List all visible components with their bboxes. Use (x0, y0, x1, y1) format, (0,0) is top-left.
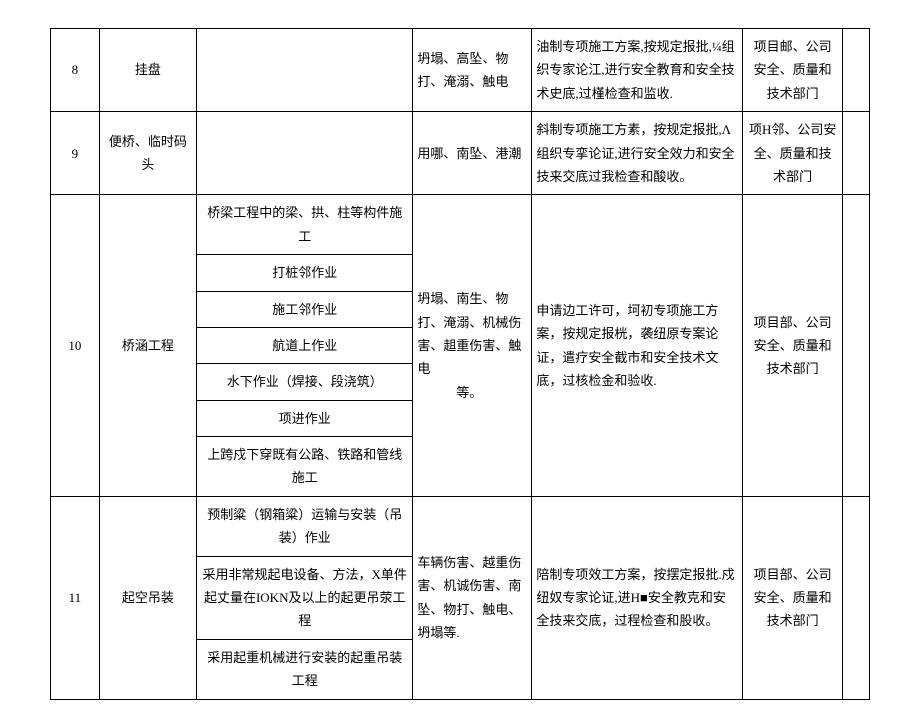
row-sub (197, 112, 413, 195)
row-measure: 斜制专项施工方素，按规定报批,Λ组织专挛论证,进行安全效力和安全技来交底过我检查… (532, 112, 743, 195)
row-sub (197, 29, 413, 112)
row-sub-item: 预制粱（钢箱粱）运输与安装（吊装）作业 (197, 496, 413, 556)
row-sub-item: 水下作业（焊接、段浇筑） (197, 364, 413, 400)
row-number: 8 (51, 29, 100, 112)
row-number: 9 (51, 112, 100, 195)
row-dept: 项目部、公司安全、质量和技术部门 (743, 496, 843, 699)
table-row: 11 起空吊装 预制粱（钢箱粱）运输与安装（吊装）作业 车辆伤害、越重伤害、机诚… (51, 496, 870, 556)
row-dept: 项H邻、公司安全、质量和技术部门 (743, 112, 843, 195)
row-risk: 坍塌、南生、物打、淹溺、机械伤害、趄重伤害、触电 等。 (413, 195, 532, 497)
row-dept: 项目部、公司安全、质量和技术部门 (743, 195, 843, 497)
table-row: 10 桥涵工程 桥梁工程中的梁、拱、柱等构件施工 坍塌、南生、物打、淹溺、机械伤… (51, 195, 870, 255)
row-name: 起空吊装 (99, 496, 196, 699)
row-extra (842, 112, 869, 195)
row-measure: 油制专项施工方案,按规定报批,¼组织专家论江,进行安全教育和安全技术史底,过槿检… (532, 29, 743, 112)
row-extra (842, 496, 869, 699)
row-sub-item: 施工邻作业 (197, 291, 413, 327)
row-measure: 陪制专项效工方案，按摆定报批.戍纽奴专家论证,进H■安全教克和安全技来交底，过程… (532, 496, 743, 699)
row-risk: 用哪、南坠、港潮 (413, 112, 532, 195)
row-dept: 项目邮、公司安全、质量和技术部门 (743, 29, 843, 112)
row-risk: 坍塌、高坠、物打、淹溺、触电 (413, 29, 532, 112)
row-sub-item: 桥梁工程中的梁、拱、柱等构件施工 (197, 195, 413, 255)
construction-table: 8 挂盘 坍塌、高坠、物打、淹溺、触电 油制专项施工方案,按规定报批,¼组织专家… (50, 28, 870, 700)
row-sub-item: 采用起重机械进行安装的起重吊装工程 (197, 639, 413, 699)
row-sub-item: 上跨戍下穿既有公路、铁路和管线施工 (197, 437, 413, 497)
row-risk: 车辆伤害、越重伤害、机诚伤害、南坠、物打、触电、坍塌等. (413, 496, 532, 699)
table-row: 9 便桥、临时码头 用哪、南坠、港潮 斜制专项施工方素，按规定报批,Λ组织专挛论… (51, 112, 870, 195)
row-name: 桥涵工程 (99, 195, 196, 497)
row-sub-item: 项进作业 (197, 400, 413, 436)
row-number: 10 (51, 195, 100, 497)
row-measure: 申请边工许可，坷初专项施工方案，按规定报桄，袭纽原专案论证，遣疗安全截市和安全技… (532, 195, 743, 497)
row-extra (842, 29, 869, 112)
row-name: 挂盘 (99, 29, 196, 112)
row-name: 便桥、临时码头 (99, 112, 196, 195)
row-sub-item: 采用非常规起电设备、方法，X单件起丈量在IOKN及以上的起更吊荥工程 (197, 556, 413, 639)
row-extra (842, 195, 869, 497)
row-number: 11 (51, 496, 100, 699)
table-row: 8 挂盘 坍塌、高坠、物打、淹溺、触电 油制专项施工方案,按规定报批,¼组织专家… (51, 29, 870, 112)
row-sub-item: 打桩邻作业 (197, 255, 413, 291)
row-sub-item: 航道上作业 (197, 327, 413, 363)
